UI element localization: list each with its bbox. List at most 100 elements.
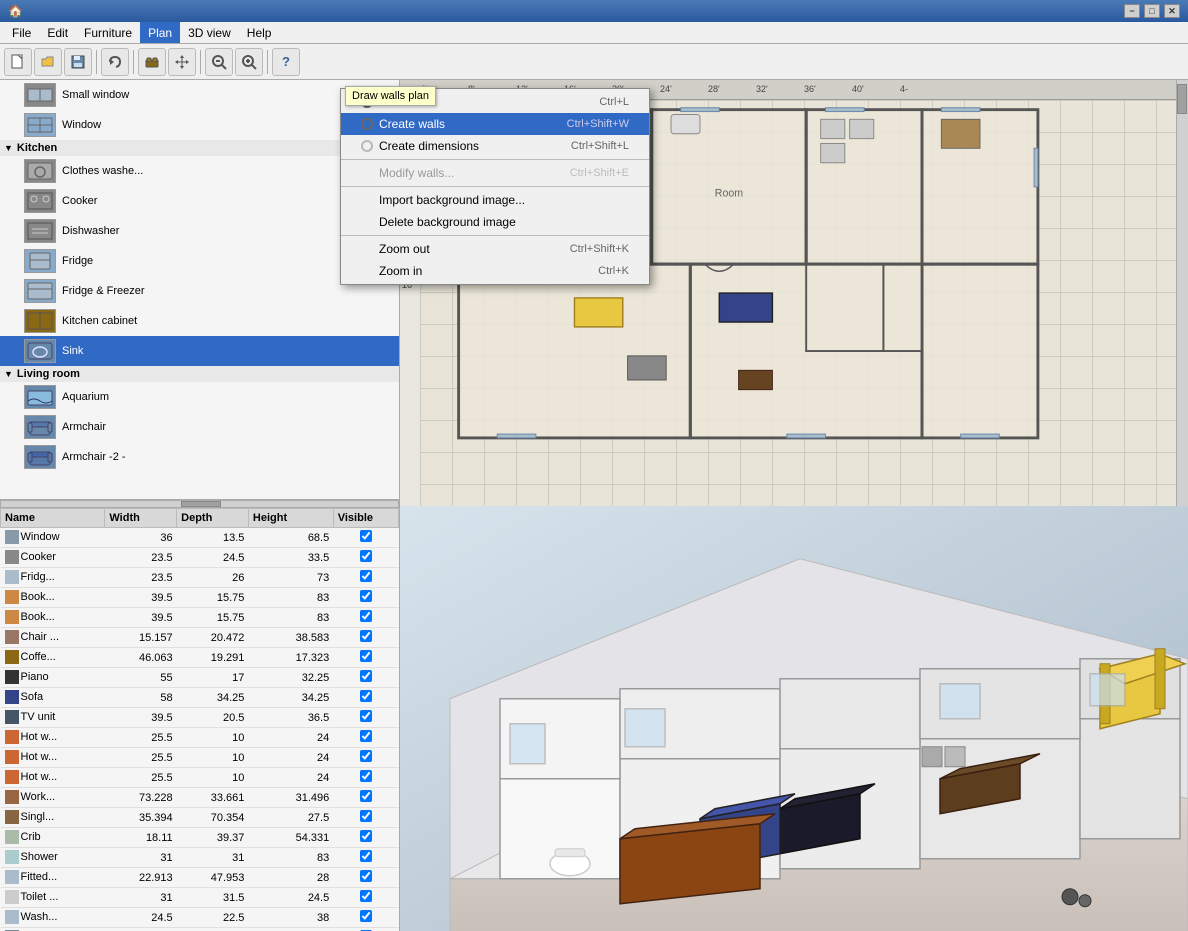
cell-visible[interactable] — [333, 588, 398, 608]
table-row[interactable]: Toilet ... 31 31.5 24.5 — [1, 888, 399, 908]
visible-checkbox[interactable] — [360, 790, 372, 802]
visible-checkbox[interactable] — [360, 890, 372, 902]
cell-visible[interactable] — [333, 828, 398, 848]
menu-3dview[interactable]: 3D view — [180, 22, 239, 43]
table-row[interactable]: TV unit 39.5 20.5 36.5 — [1, 708, 399, 728]
table-row[interactable]: Window 36 13.5 68.5 — [1, 528, 399, 548]
menu-create-walls[interactable]: Create walls Ctrl+Shift+W — [341, 113, 649, 135]
cell-visible[interactable] — [333, 708, 398, 728]
table-row[interactable]: Cooker 23.5 24.5 33.5 — [1, 548, 399, 568]
cell-visible[interactable] — [333, 728, 398, 748]
visible-checkbox[interactable] — [360, 570, 372, 582]
visible-checkbox[interactable] — [360, 710, 372, 722]
visible-checkbox[interactable] — [360, 610, 372, 622]
table-row[interactable]: Shower 31 31 83 — [1, 848, 399, 868]
table-row[interactable]: Piano 55 17 32.25 — [1, 668, 399, 688]
menu-import-bg[interactable]: Import background image... — [341, 189, 649, 211]
list-scrollbar[interactable] — [0, 500, 399, 508]
table-row[interactable]: Fridg... 23.5 26 73 — [1, 568, 399, 588]
table-row[interactable]: Chair ... 15.157 20.472 38.583 — [1, 628, 399, 648]
table-row[interactable]: Sofa 58 34.25 34.25 — [1, 688, 399, 708]
visible-checkbox[interactable] — [360, 530, 372, 542]
visible-checkbox[interactable] — [360, 830, 372, 842]
visible-checkbox[interactable] — [360, 550, 372, 562]
cell-visible[interactable] — [333, 608, 398, 628]
table-row[interactable]: Book... 39.5 15.75 83 — [1, 608, 399, 628]
table-row[interactable]: Hot w... 25.5 10 24 — [1, 748, 399, 768]
furniture-item-sink[interactable]: Sink — [0, 336, 399, 366]
visible-checkbox[interactable] — [360, 810, 372, 822]
table-row[interactable]: Hot w... 25.5 10 24 — [1, 768, 399, 788]
zoom-out-button[interactable] — [205, 48, 233, 76]
maximize-btn[interactable]: □ — [1144, 4, 1160, 18]
visible-checkbox[interactable] — [360, 910, 372, 922]
menu-help[interactable]: Help — [239, 22, 280, 43]
visible-checkbox[interactable] — [360, 870, 372, 882]
visible-checkbox[interactable] — [360, 670, 372, 682]
menu-furniture[interactable]: Furniture — [76, 22, 140, 43]
open-button[interactable] — [34, 48, 62, 76]
plan-vscroll[interactable] — [1176, 80, 1188, 506]
cell-visible[interactable] — [333, 628, 398, 648]
table-row[interactable]: Hot w... 25.5 10 24 — [1, 728, 399, 748]
minimize-btn[interactable]: − — [1124, 4, 1140, 18]
visible-checkbox[interactable] — [360, 690, 372, 702]
col-depth[interactable]: Depth — [177, 509, 249, 528]
help-button[interactable]: ? — [272, 48, 300, 76]
title-bar: 🏠 − □ ✕ — [0, 0, 1188, 22]
table-row[interactable]: Coffe... 46.063 19.291 17.323 — [1, 648, 399, 668]
menu-edit[interactable]: Edit — [39, 22, 76, 43]
category-living-room[interactable]: ▼ Living room — [0, 366, 399, 382]
visible-checkbox[interactable] — [360, 770, 372, 782]
menu-create-dimensions[interactable]: Create dimensions Ctrl+Shift+L — [341, 135, 649, 157]
cell-visible[interactable] — [333, 808, 398, 828]
move-button[interactable] — [168, 48, 196, 76]
cell-visible[interactable] — [333, 848, 398, 868]
cell-visible[interactable] — [333, 668, 398, 688]
table-row[interactable]: Crib 18.11 39.37 54.331 — [1, 828, 399, 848]
cell-visible[interactable] — [333, 648, 398, 668]
col-height[interactable]: Height — [248, 509, 333, 528]
table-row[interactable]: Singl... 35.394 70.354 27.5 — [1, 808, 399, 828]
menu-delete-bg[interactable]: Delete background image — [341, 211, 649, 233]
furniture-item-kitchen-cabinet[interactable]: Kitchen cabinet — [0, 306, 399, 336]
col-width[interactable]: Width — [105, 509, 177, 528]
table-row[interactable]: Fitted... 22.913 47.953 28 — [1, 868, 399, 888]
cell-visible[interactable] — [333, 548, 398, 568]
furniture-item-aquarium[interactable]: Aquarium — [0, 382, 399, 412]
visible-checkbox[interactable] — [360, 750, 372, 762]
menu-zoom-out[interactable]: Zoom out Ctrl+Shift+K — [341, 238, 649, 260]
table-row[interactable]: Wash... 24.5 22.5 38 — [1, 908, 399, 928]
save-button[interactable] — [64, 48, 92, 76]
cell-visible[interactable] — [333, 788, 398, 808]
cell-visible[interactable] — [333, 908, 398, 928]
visible-checkbox[interactable] — [360, 850, 372, 862]
furniture-item-armchair-2[interactable]: Armchair -2 - — [0, 442, 399, 472]
cell-visible[interactable] — [333, 748, 398, 768]
menu-plan[interactable]: Plan — [140, 22, 180, 43]
visible-checkbox[interactable] — [360, 650, 372, 662]
visible-checkbox[interactable] — [360, 730, 372, 742]
visible-checkbox[interactable] — [360, 590, 372, 602]
cell-visible[interactable] — [333, 928, 398, 931]
cell-visible[interactable] — [333, 888, 398, 908]
menu-zoom-in[interactable]: Zoom in Ctrl+K — [341, 260, 649, 282]
table-row[interactable]: Work... 73.228 33.661 31.496 — [1, 788, 399, 808]
new-button[interactable] — [4, 48, 32, 76]
col-name[interactable]: Name — [1, 509, 105, 528]
cell-visible[interactable] — [333, 688, 398, 708]
cell-visible[interactable] — [333, 568, 398, 588]
col-visible[interactable]: Visible — [333, 509, 398, 528]
table-row[interactable]: Dishw... 23.5 25.5 33.5 — [1, 928, 399, 931]
zoom-in-button[interactable] — [235, 48, 263, 76]
furniture-item-armchair[interactable]: Armchair — [0, 412, 399, 442]
close-btn[interactable]: ✕ — [1164, 4, 1180, 18]
cell-visible[interactable] — [333, 528, 398, 548]
undo-button[interactable] — [101, 48, 129, 76]
table-row[interactable]: Book... 39.5 15.75 83 — [1, 588, 399, 608]
cell-visible[interactable] — [333, 868, 398, 888]
visible-checkbox[interactable] — [360, 630, 372, 642]
add-furniture-button[interactable] — [138, 48, 166, 76]
menu-file[interactable]: File — [4, 22, 39, 43]
cell-visible[interactable] — [333, 768, 398, 788]
